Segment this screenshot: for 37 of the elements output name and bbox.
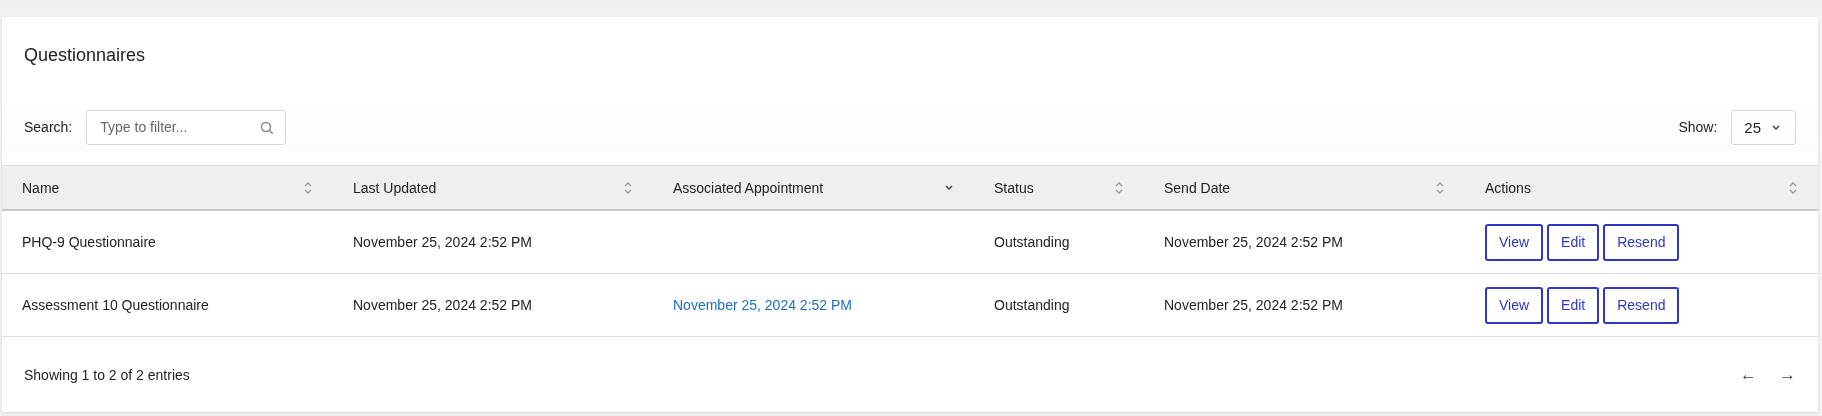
page-size-select[interactable]: 25 [1731,109,1796,145]
sort-down-icon[interactable] [944,183,954,192]
sort-icon[interactable] [1788,180,1798,195]
column-header[interactable]: Last Updated [333,166,653,209]
column-header[interactable]: Name [2,166,333,209]
column-header[interactable]: Associated Appointment [653,166,974,209]
table-cell: November 25, 2024 2:52 PM [353,234,532,250]
appointment-link[interactable]: November 25, 2024 2:52 PM [673,297,852,313]
action-button[interactable]: View [1485,286,1544,324]
table-cell: November 25, 2024 2:52 PM [1164,234,1343,250]
action-button[interactable]: Resend [1603,286,1680,324]
column-header[interactable]: Send Date [1144,166,1465,209]
entries-info: Showing 1 to 2 of 2 entries [24,366,190,383]
action-button[interactable]: Edit [1547,286,1600,324]
chevron-down-icon [1771,123,1781,131]
column-header[interactable]: Status [974,166,1144,209]
action-button[interactable]: View [1485,223,1544,261]
sort-icon[interactable] [303,180,313,195]
panel-title: Questionnaires [23,44,147,67]
action-button[interactable]: Edit [1547,223,1600,261]
next-page-button[interactable]: → [1779,364,1796,385]
column-header[interactable]: Actions [1465,166,1818,209]
sort-icon[interactable] [623,180,633,195]
search-icon [260,120,275,135]
table-cell: November 25, 2024 2:52 PM [353,297,532,313]
table-cell: Outstanding [994,234,1070,250]
search-field[interactable]: Type to filter... [86,109,287,145]
table-cell: November 25, 2024 2:52 PM [1164,297,1343,313]
table-cell: Assessment 10 Questionnaire [22,297,209,313]
sort-icon[interactable] [1114,180,1124,195]
search-label: Search: [24,119,73,135]
previous-page-button[interactable]: ← [1740,364,1757,385]
table-cell: Outstanding [994,297,1070,313]
show-label: Show: [1678,119,1718,135]
sort-icon[interactable] [1435,180,1445,195]
action-button[interactable]: Resend [1603,223,1680,261]
table-cell: PHQ-9 Questionnaire [22,234,156,250]
